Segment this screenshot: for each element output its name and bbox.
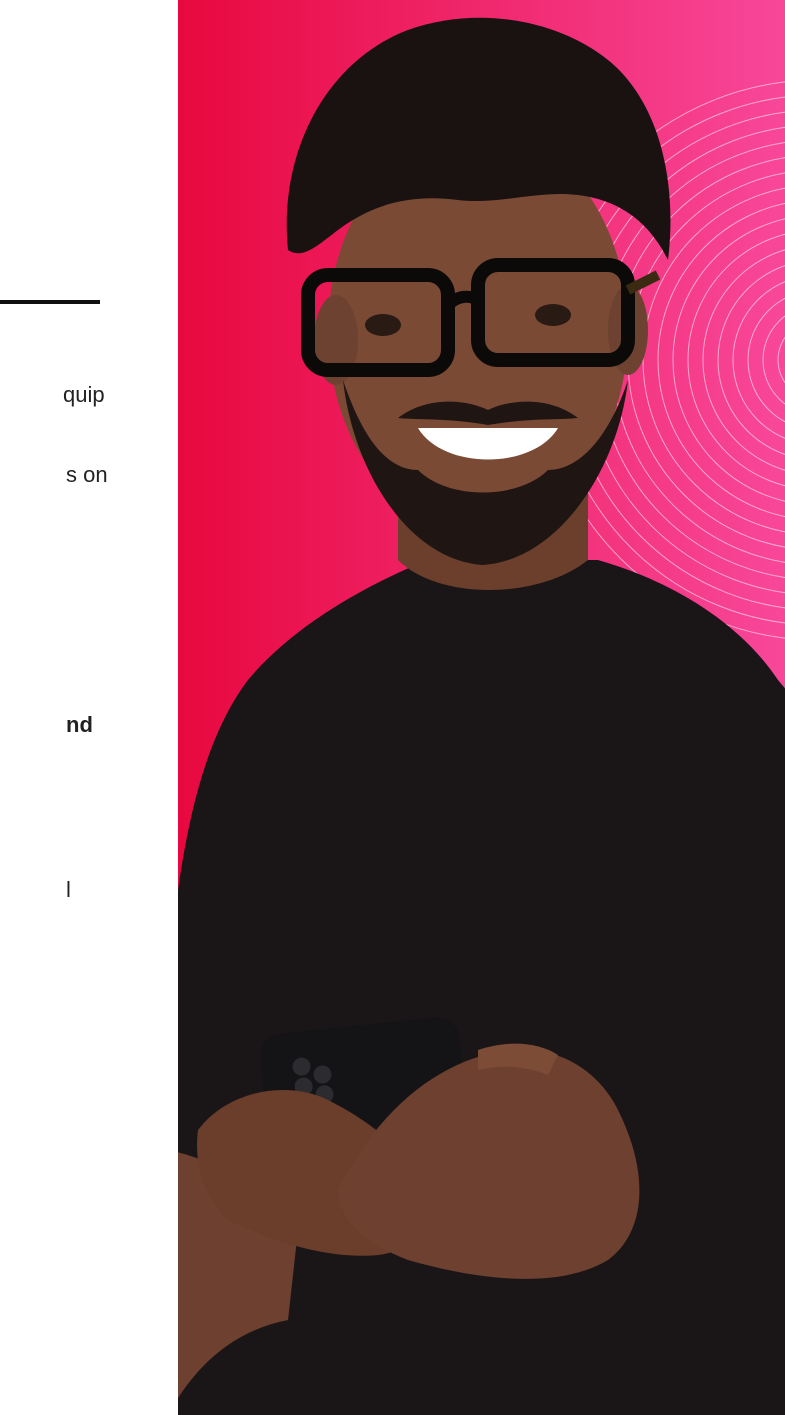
- hero-image: [178, 0, 785, 1415]
- page: quip s on nd l: [0, 0, 785, 1415]
- body-text-line-2: s on: [66, 462, 108, 487]
- person-photo-icon: [178, 0, 785, 1415]
- section-divider: [0, 300, 100, 304]
- bold-text-line: nd: [66, 712, 93, 737]
- body-text-line-1: quip: [63, 382, 105, 407]
- body-text-line-3: l: [66, 877, 71, 902]
